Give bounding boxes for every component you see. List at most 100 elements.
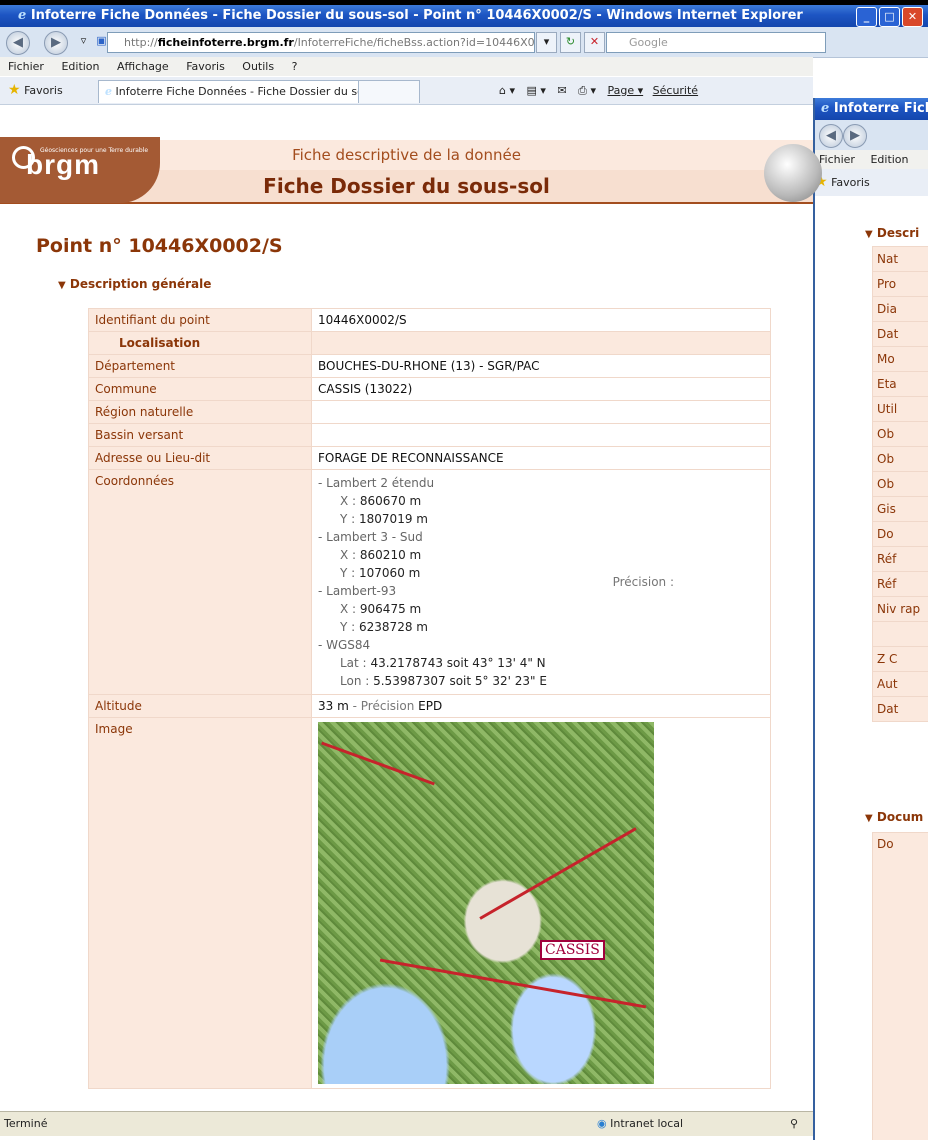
second-window-row-label: Dia: [872, 296, 928, 322]
second-window-titlebar[interactable]: e Infoterre Fich: [815, 98, 928, 120]
x-label: X :: [340, 602, 357, 616]
expand-triangle-icon: ▼: [58, 280, 66, 291]
second-window-row-label: Réf: [872, 571, 928, 597]
table-row: Gis: [872, 496, 928, 522]
menu-fichier-2[interactable]: Fichier: [819, 153, 855, 166]
x-label: X :: [340, 548, 357, 562]
expand-triangle-icon: ▼: [865, 229, 873, 240]
table-row: Util: [872, 396, 928, 422]
logo-name: brgm: [26, 149, 100, 180]
favorites-button[interactable]: Favoris: [24, 84, 63, 97]
table-row: Pro: [872, 271, 928, 297]
y-value: 1807019 m: [359, 512, 428, 526]
field-coordinates: - Lambert 2 étendu X : 860670 mY : 180701…: [311, 469, 771, 695]
maximize-button[interactable]: □: [879, 7, 900, 27]
table-row: Image CASSIS: [88, 717, 771, 1089]
table-row: Do: [872, 521, 928, 547]
subsection-blank: [311, 331, 771, 355]
field-bassin: [311, 423, 771, 447]
second-browser-window[interactable]: e Infoterre Fich ◀ ▶ Fichier Edition ★ F…: [813, 98, 928, 1140]
field-label: Commune: [88, 377, 312, 401]
close-button[interactable]: ✕: [902, 7, 923, 27]
mail-icon[interactable]: ✉: [557, 84, 566, 97]
zoom-icon[interactable]: ⚲: [790, 1112, 798, 1136]
lon-label: Lon :: [340, 674, 370, 688]
menu-help[interactable]: ?: [292, 60, 298, 73]
url-path: /InfoterreFiche/ficheBss.action?id=10446…: [293, 36, 535, 49]
menu-edition-2[interactable]: Edition: [870, 153, 908, 166]
table-row: Nat: [872, 246, 928, 272]
table-row: Ob: [872, 471, 928, 497]
second-window-row-label: Z C: [872, 646, 928, 672]
window-titlebar[interactable]: e Infoterre Fiche Données - Fiche Dossie…: [0, 5, 928, 27]
coord-y: Y : 1807019 m: [318, 510, 547, 528]
home-icon[interactable]: ⌂ ▾: [499, 84, 515, 97]
security-zone: ◉ Intranet local: [597, 1117, 684, 1130]
altitude-precision: EPD: [418, 699, 443, 713]
coord-x: X : 906475 m: [318, 600, 547, 618]
x-value: 860210 m: [359, 548, 422, 562]
topographic-map-image[interactable]: CASSIS: [318, 722, 654, 1084]
menu-edition[interactable]: Edition: [61, 60, 99, 73]
field-altitude: 33 m - Précision EPD: [311, 694, 771, 718]
menu-affichage[interactable]: Affichage: [117, 60, 169, 73]
coordinate-list: - Lambert 2 étendu X : 860670 mY : 180701…: [318, 474, 547, 690]
feeds-icon[interactable]: ▤ ▾: [527, 84, 546, 97]
coord-x: X : 860210 m: [318, 546, 547, 564]
table-row: Z C: [872, 646, 928, 672]
x-value: 860670 m: [359, 494, 422, 508]
coord-system: - Lambert 2 étendu: [318, 476, 435, 490]
tab-title: Infoterre Fiche Données - Fiche Dossier …: [115, 85, 361, 98]
x-label: X :: [340, 494, 357, 508]
minimize-button[interactable]: _: [856, 7, 877, 27]
menu-outils[interactable]: Outils: [242, 60, 274, 73]
second-window-row-label: Ob: [872, 446, 928, 472]
second-window-section-description[interactable]: ▼ Descri: [865, 226, 919, 240]
refresh-button[interactable]: ↻: [560, 32, 581, 53]
forward-button[interactable]: ▶: [44, 31, 68, 55]
back-icon[interactable]: ◀: [819, 124, 843, 148]
address-dropdown-button[interactable]: ▾: [536, 32, 557, 53]
menu-favoris[interactable]: Favoris: [186, 60, 225, 73]
table-row: Département BOUCHES-DU-RHONE (13) - SGR/…: [88, 354, 771, 378]
second-window-section-documents[interactable]: ▼ Docum: [865, 810, 923, 824]
lat-label: Lat :: [340, 656, 367, 670]
table-row: Dat: [872, 696, 928, 722]
history-dropdown-icon[interactable]: ▿: [74, 32, 93, 51]
back-button[interactable]: ◀: [6, 31, 30, 55]
address-input[interactable]: http://ficheinfoterre.brgm.fr/InfoterreF…: [107, 32, 535, 53]
table-row: Dat: [872, 321, 928, 347]
search-input[interactable]: Google: [606, 32, 826, 53]
print-icon[interactable]: ⎙ ▾: [578, 84, 596, 97]
table-row: Dia: [872, 296, 928, 322]
table-row: Commune CASSIS (13022): [88, 377, 771, 401]
coord-lat: Lat : 43.2178743 soit 43° 13' 4" N: [318, 654, 547, 672]
map-town-label: CASSIS: [540, 940, 605, 960]
y-value: 107060 m: [359, 566, 421, 580]
field-image: CASSIS: [311, 717, 771, 1089]
second-window-title: Infoterre Fich: [833, 101, 928, 116]
map-road: [479, 827, 637, 920]
stop-button[interactable]: ✕: [584, 32, 605, 53]
favorites-label-2[interactable]: Favoris: [831, 176, 870, 189]
section-toggle-description[interactable]: ▼ Description générale: [58, 277, 211, 291]
security-menu[interactable]: Sécurité: [653, 84, 698, 97]
browser-tab-active[interactable]: e Infoterre Fiche Données - Fiche Dossie…: [98, 80, 361, 103]
second-window-label-table: Nat Pro Dia Dat Mo Eta Util Ob Ob Ob Gis Do Réf Réf Ni…: [872, 246, 928, 722]
second-window-row-label: Dat: [872, 696, 928, 722]
favorites-bar: ★ Favoris e Infoterre Fiche Données - Fi…: [0, 77, 813, 105]
forward-icon[interactable]: ▶: [843, 124, 867, 148]
brgm-logo[interactable]: Géosciences pour une Terre durable brgm: [0, 137, 160, 203]
coord-system: - WGS84: [318, 638, 371, 652]
map-road: [379, 958, 647, 1009]
menu-fichier[interactable]: Fichier: [8, 60, 44, 73]
address-toolbar: ◀ ▶ ▿ http://ficheinfoterre.brgm.fr/Info…: [0, 27, 928, 58]
table-row: Localisation: [88, 331, 771, 355]
favorites-star-icon[interactable]: ★: [8, 82, 21, 98]
new-tab-button[interactable]: [358, 80, 420, 103]
table-row: Réf: [872, 571, 928, 597]
page-menu[interactable]: Page ▾: [607, 84, 643, 97]
y-label: Y :: [340, 512, 356, 526]
site-header: Fiche descriptive de la donnée Fiche Dos…: [0, 137, 822, 204]
field-departement: BOUCHES-DU-RHONE (13) - SGR/PAC: [311, 354, 771, 378]
